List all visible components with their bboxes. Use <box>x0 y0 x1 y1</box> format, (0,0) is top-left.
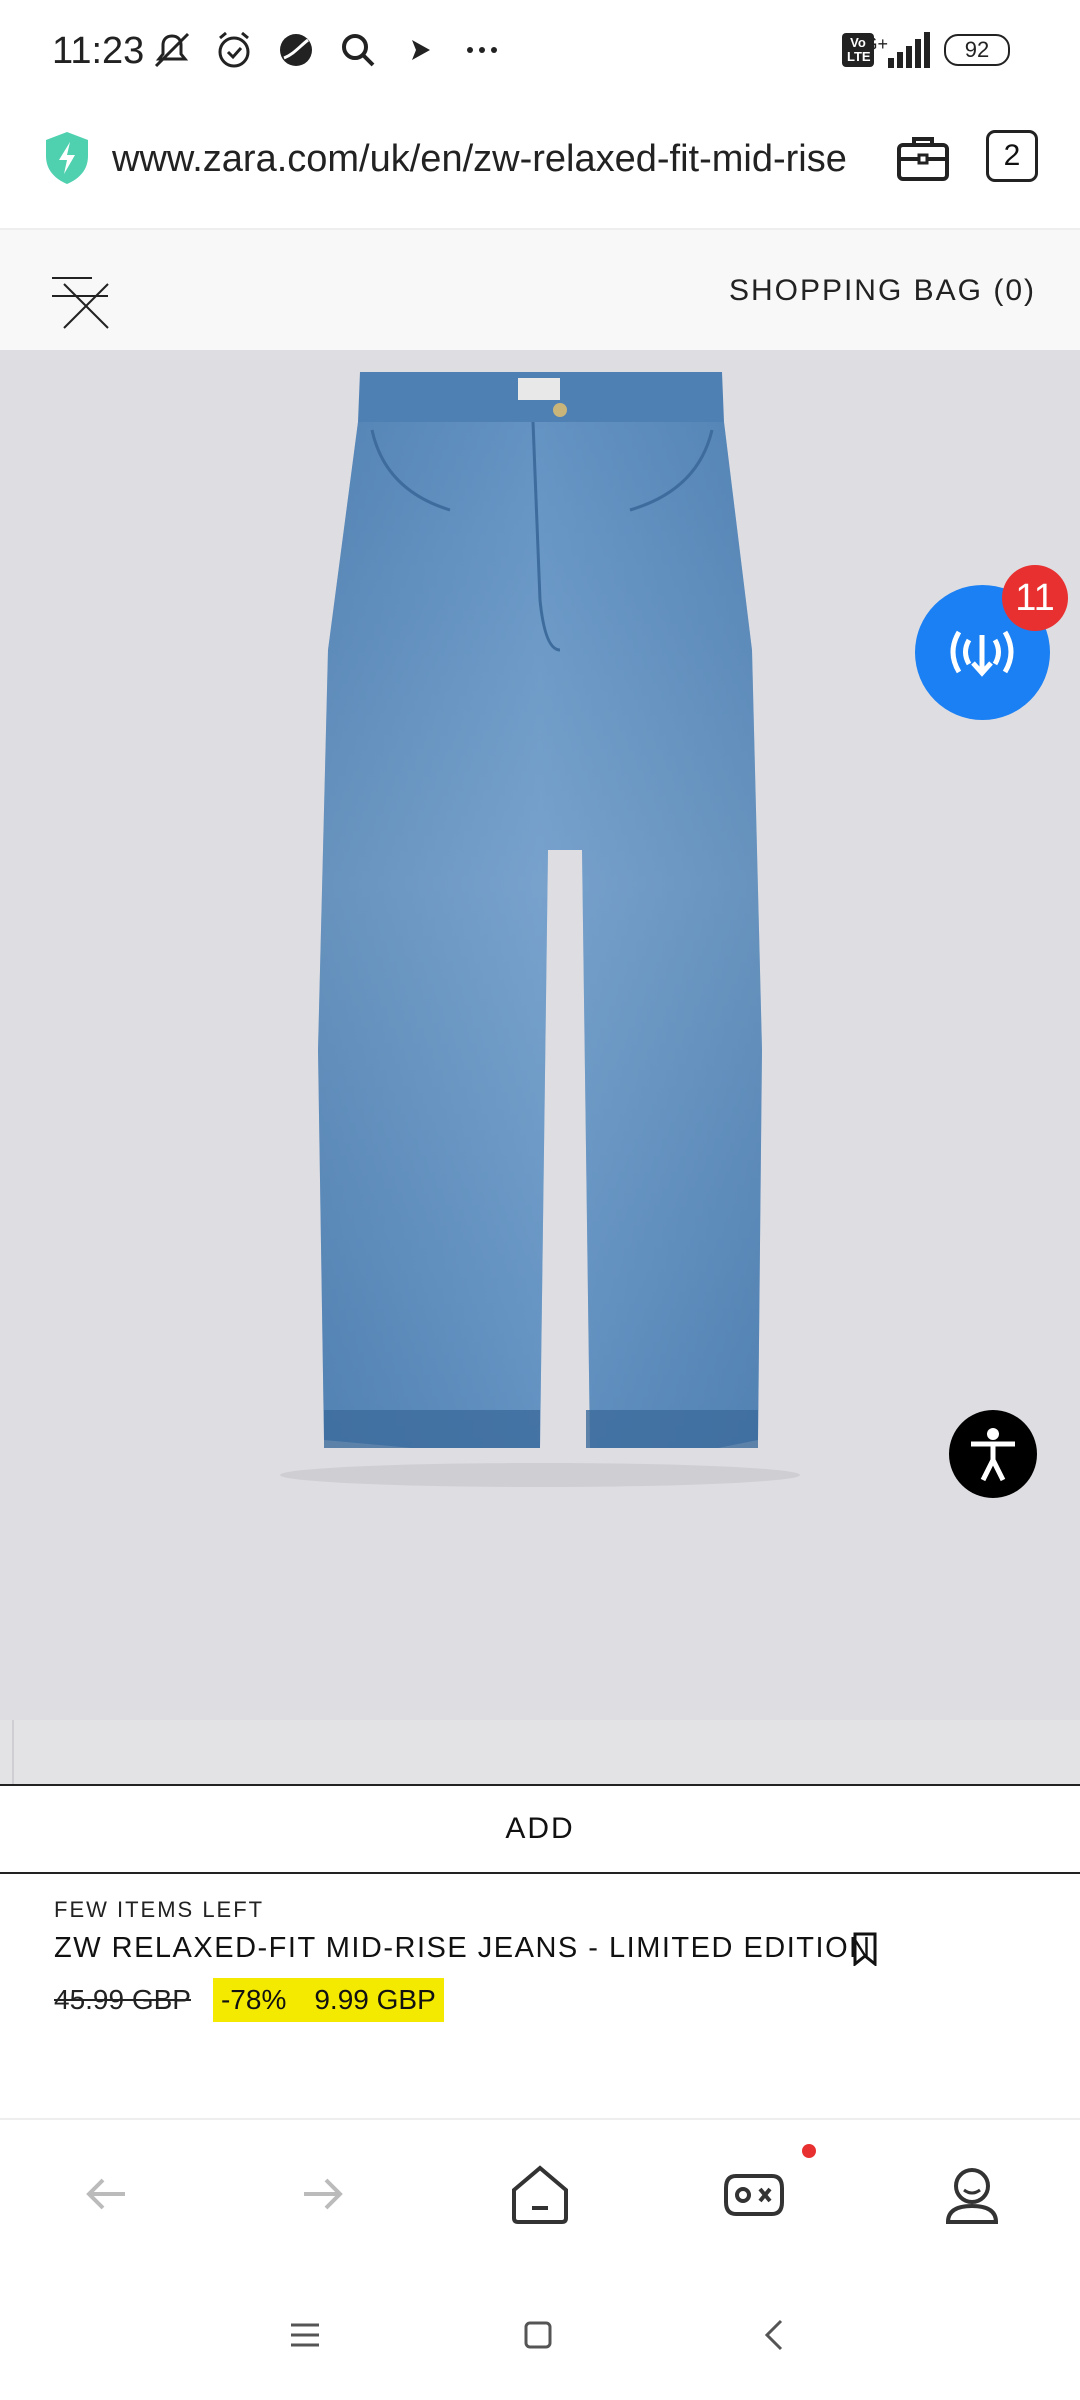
add-label: ADD <box>505 1812 575 1845</box>
site-header: SHOPPING BAG (0) <box>0 230 1080 350</box>
shield-icon <box>46 132 88 184</box>
stock-note: FEW ITEMS LEFT <box>54 1897 265 1922</box>
bookmark-icon[interactable] <box>852 1932 878 1966</box>
profile-icon[interactable] <box>940 2162 1004 2226</box>
more-icon <box>467 47 497 53</box>
tabs-button[interactable]: 2 <box>986 130 1038 182</box>
battery-indicator: 92 <box>944 34 1010 66</box>
product-name: ZW RELAXED-FIT MID-RISE JEANS - LIMITED … <box>54 1932 872 1964</box>
signal-icon <box>888 32 930 68</box>
price-row: 45.99 GBP -78% 9.99 GBP <box>54 1978 444 2022</box>
jeans-image <box>280 372 800 1487</box>
status-icons <box>150 28 504 72</box>
product-image[interactable] <box>0 350 1080 1720</box>
shopping-bag-link[interactable]: SHOPPING BAG (0) <box>729 274 1036 308</box>
mute-icon <box>154 32 190 68</box>
original-price: 45.99 GBP <box>54 1984 191 2015</box>
browser-url-bar: www.zara.com/uk/en/zw-relaxed-fit-mid-ri… <box>0 105 1080 230</box>
toolbox-icon[interactable] <box>893 127 953 187</box>
volte-icon: Vo LTE <box>842 33 874 67</box>
recent-apps-icon[interactable] <box>285 2315 325 2355</box>
do-not-disturb-icon <box>280 34 312 66</box>
system-nav-bar <box>0 2273 1080 2400</box>
accessibility-button[interactable] <box>949 1410 1037 1498</box>
search-icon <box>342 34 375 67</box>
status-bar: 11:23 4G+ Vo LTE 92 <box>0 0 1080 105</box>
download-count-badge: 11 <box>1002 565 1068 631</box>
home-icon[interactable] <box>508 2162 572 2226</box>
sale-price-tag: -78% 9.99 GBP <box>212 1978 444 2022</box>
add-to-bag-button[interactable]: ADD <box>0 1784 1080 1874</box>
alarm-icon <box>218 31 250 68</box>
status-right: Vo LTE 92 <box>842 32 1010 68</box>
home-square-icon[interactable] <box>518 2315 558 2355</box>
browser-bottom-nav <box>0 2118 1080 2275</box>
game-controller-icon[interactable] <box>722 2162 786 2226</box>
forward-arrow-icon[interactable] <box>290 2162 354 2226</box>
menu-close-icon[interactable] <box>50 270 112 332</box>
accessibility-icon <box>971 1428 1015 1482</box>
image-thumbnail-strip[interactable] <box>0 1720 1080 1784</box>
status-time: 11:23 <box>52 30 145 72</box>
play-icon <box>412 40 430 60</box>
back-arrow-icon[interactable] <box>75 2162 139 2226</box>
back-chevron-icon[interactable] <box>755 2315 795 2355</box>
sale-price: 9.99 GBP <box>314 1984 436 2015</box>
discount-percent: -78% <box>220 1984 287 2015</box>
url-field[interactable]: www.zara.com/uk/en/zw-relaxed-fit-mid-ri… <box>112 138 862 181</box>
notification-dot <box>802 2144 816 2158</box>
